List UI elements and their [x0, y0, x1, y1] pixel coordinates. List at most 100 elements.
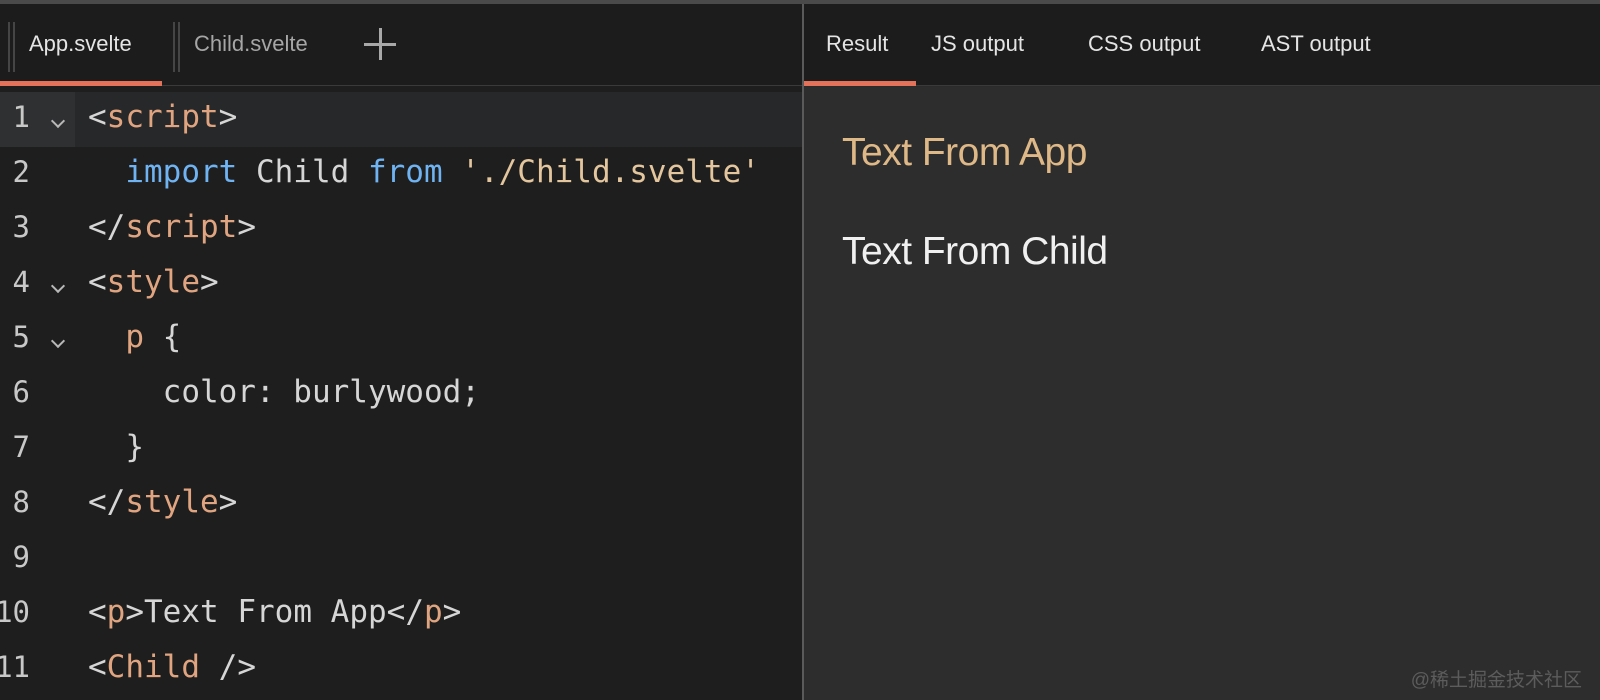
line-number: 3 — [12, 210, 30, 244]
tab-result[interactable]: Result — [804, 4, 916, 86]
code-token: script — [125, 209, 238, 245]
code-token: p — [125, 319, 144, 355]
code-text: <Child /> — [88, 649, 256, 685]
fold-chevron-icon[interactable] — [50, 333, 66, 349]
line-number: 5 — [12, 320, 30, 354]
line-gutter: 5 — [0, 312, 75, 367]
line-gutter: 2 — [0, 147, 75, 202]
code-editor[interactable]: 1 <script> 2 import Child from './Child.sv… — [0, 87, 802, 700]
code-token: from — [367, 154, 443, 190]
code-token: </ — [88, 484, 126, 520]
code-text: p { — [88, 319, 181, 355]
code-token: > — [218, 99, 238, 135]
code-line[interactable]: 7 } — [0, 422, 802, 477]
tab-label: Result — [826, 31, 889, 56]
code-token: > — [218, 484, 238, 520]
code-token: color: burlywood; — [88, 374, 480, 410]
fold-chevron-icon[interactable] — [50, 113, 66, 129]
line-gutter: 1 — [0, 92, 75, 147]
tab-label: AST output — [1261, 31, 1371, 56]
line-number: 7 — [12, 430, 30, 464]
code-line[interactable]: 11 <Child /> — [0, 642, 802, 697]
code-token: style — [106, 264, 200, 300]
code-line[interactable]: 1 <script> — [0, 92, 802, 147]
active-tab-indicator — [0, 81, 162, 86]
editor-pane: App.svelte Child.svelte 1 <script> 2 impor… — [0, 4, 802, 700]
tab-child-svelte[interactable]: Child.svelte — [170, 4, 330, 86]
drag-handle-icon[interactable] — [8, 22, 10, 72]
line-number: 9 — [12, 540, 30, 574]
result-preview: Text From App Text From Child @稀土掘金技术社区 — [804, 87, 1600, 700]
code-token: } — [88, 429, 144, 465]
line-gutter: 11 — [0, 642, 75, 697]
code-token: { — [144, 319, 182, 355]
tab-css-output[interactable]: CSS output — [1066, 4, 1226, 86]
tab-label: Child.svelte — [194, 31, 308, 56]
code-text: <style> — [88, 264, 219, 300]
plus-icon[interactable] — [360, 24, 400, 64]
line-number: 11 — [0, 650, 30, 684]
tab-label: App.svelte — [29, 31, 132, 56]
code-token: Text From App — [144, 594, 387, 630]
code-token: </ — [386, 594, 424, 630]
code-line[interactable]: 4 <style> — [0, 257, 802, 312]
code-line[interactable]: 10 <p>Text From App</p> — [0, 587, 802, 642]
code-token: > — [125, 594, 145, 630]
drag-handle-icon[interactable] — [173, 22, 175, 72]
code-token: < — [88, 594, 107, 630]
line-number: 2 — [12, 155, 30, 189]
code-token: './Child.svelte' — [461, 154, 760, 190]
child-paragraph: Text From Child — [842, 230, 1108, 273]
code-text: } — [88, 429, 144, 465]
line-gutter: 10 — [0, 587, 75, 642]
code-text: color: burlywood; — [88, 374, 480, 410]
code-token: Child — [237, 154, 368, 190]
line-gutter: 6 — [0, 367, 75, 422]
output-pane: Result JS output CSS output AST output T… — [804, 4, 1600, 700]
file-tab-bar: App.svelte Child.svelte — [0, 4, 802, 86]
line-gutter: 3 — [0, 202, 75, 257]
code-token: > — [200, 264, 219, 300]
tab-label: CSS output — [1088, 31, 1201, 56]
fold-chevron-icon[interactable] — [50, 278, 66, 294]
code-token: </ — [88, 209, 126, 245]
code-line[interactable]: 6 color: burlywood; — [0, 367, 802, 422]
drag-handle-icon[interactable] — [13, 22, 15, 72]
code-text: <p>Text From App</p> — [88, 594, 461, 630]
code-line[interactable]: 2 import Child from './Child.svelte' — [0, 147, 802, 202]
tab-ast-output[interactable]: AST output — [1239, 4, 1399, 86]
output-tab-bar: Result JS output CSS output AST output — [804, 4, 1600, 86]
active-tab-indicator — [804, 81, 916, 86]
line-gutter: 4 — [0, 257, 75, 312]
watermark: @稀土掘金技术社区 — [1410, 670, 1582, 691]
line-gutter: 8 — [0, 477, 75, 532]
code-line[interactable]: 3 </script> — [0, 202, 802, 257]
tab-js-output[interactable]: JS output — [909, 4, 1049, 86]
code-text: <script> — [88, 99, 237, 135]
code-token: > — [237, 209, 256, 245]
code-line[interactable]: 8 </style> — [0, 477, 802, 532]
line-number: 1 — [12, 100, 30, 134]
line-gutter: 7 — [0, 422, 75, 477]
line-gutter: 9 — [0, 532, 75, 587]
line-number: 8 — [12, 485, 30, 519]
code-line[interactable]: 5 p { — [0, 312, 802, 367]
drag-handle-icon[interactable] — [178, 22, 180, 72]
code-token: p — [423, 594, 443, 630]
code-token: import — [125, 154, 238, 190]
code-line[interactable]: 9 — [0, 532, 802, 587]
tab-app-svelte[interactable]: App.svelte — [0, 4, 162, 86]
code-token: < — [88, 264, 107, 300]
code-token: p — [106, 594, 126, 630]
line-number: 10 — [0, 595, 30, 629]
app-paragraph: Text From App — [842, 131, 1087, 174]
code-token: /> — [200, 649, 256, 685]
code-token: < — [88, 649, 107, 685]
code-token: Child — [106, 649, 200, 685]
code-text: </script> — [88, 209, 256, 245]
line-number: 6 — [12, 375, 30, 409]
code-token: script — [106, 99, 219, 135]
